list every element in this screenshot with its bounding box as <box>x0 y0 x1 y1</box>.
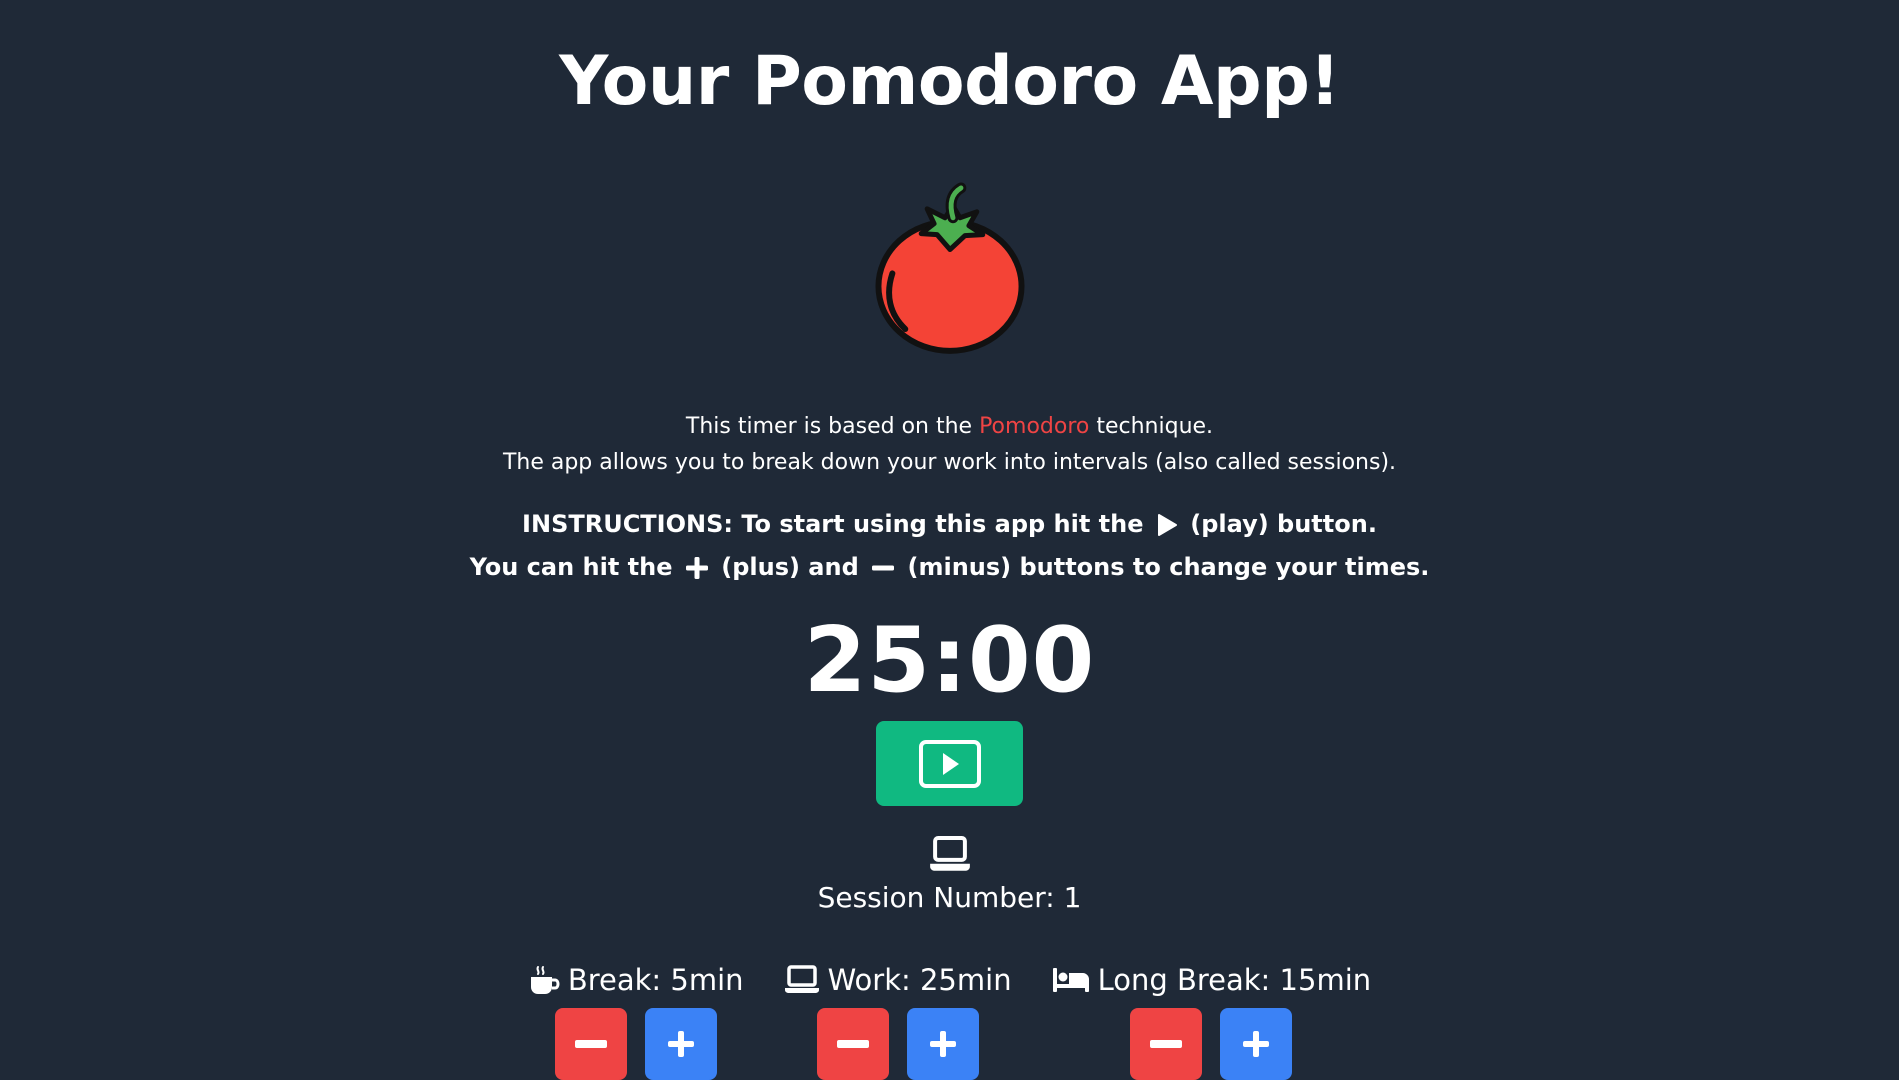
coffee-icon <box>530 965 560 994</box>
intro-line-1-prefix: This timer is based on the <box>685 413 980 439</box>
instructions-line-2-suffix: (minus) buttons to change your times. <box>907 552 1430 581</box>
laptop-icon <box>929 836 970 872</box>
page: Your Pomodoro App! This timer is based o… <box>0 0 1899 1080</box>
long-break-label-wrap: Long Break: 15min <box>1052 960 1372 1000</box>
plus-icon <box>685 556 708 579</box>
intro-line-2: The app allows you to break down your wo… <box>502 449 1397 475</box>
minus-icon <box>836 1039 869 1048</box>
minus-icon <box>1150 1039 1183 1048</box>
break-plus-button[interactable] <box>644 1007 717 1080</box>
session-number: Session Number: 1 <box>817 880 1082 914</box>
break-setting: Break: 5min <box>528 960 744 1080</box>
work-setting: Work: 25min <box>784 960 1012 1080</box>
long-break-buttons <box>1130 1007 1293 1080</box>
break-label: Break: 5min <box>567 962 744 997</box>
minus-icon <box>574 1039 607 1048</box>
break-label-wrap: Break: 5min <box>528 960 744 1000</box>
timer-display: 25:00 <box>803 607 1096 713</box>
break-minus-button[interactable] <box>554 1007 627 1080</box>
play-button[interactable] <box>876 720 1023 807</box>
laptop-icon <box>784 965 819 993</box>
page-title: Your Pomodoro App! <box>559 42 1340 121</box>
plus-icon <box>929 1030 956 1057</box>
work-plus-button[interactable] <box>906 1007 979 1080</box>
settings-row: Break: 5min Work: 25min Long Break: 15mi… <box>528 960 1371 1080</box>
long-break-plus-button[interactable] <box>1220 1007 1293 1080</box>
instructions-line-2: You can hit the (plus) and (minus) butto… <box>470 546 1430 589</box>
work-minus-button[interactable] <box>816 1007 889 1080</box>
bed-icon <box>1052 967 1089 992</box>
pomodoro-link[interactable]: Pomodoro <box>979 414 1089 439</box>
long-break-label: Long Break: 15min <box>1097 962 1372 997</box>
work-label-wrap: Work: 25min <box>784 960 1012 1000</box>
long-break-minus-button[interactable] <box>1130 1007 1203 1080</box>
instructions-line-2-mid: (plus) and <box>721 552 859 581</box>
play-icon <box>1157 513 1177 536</box>
instructions-line-1: INSTRUCTIONS: To start using this app hi… <box>470 503 1430 546</box>
plus-icon <box>1243 1030 1270 1057</box>
instructions-line-1-suffix: (play) button. <box>1190 509 1377 538</box>
instructions-line-2-prefix: You can hit the <box>469 552 673 581</box>
tomato-icon <box>874 182 1025 354</box>
intro-line-1-suffix: technique. <box>1089 413 1214 439</box>
work-buttons <box>816 1007 979 1080</box>
minus-icon <box>872 565 895 571</box>
work-label: Work: 25min <box>827 962 1012 997</box>
instructions-line-1-prefix: INSTRUCTIONS: To start using this app hi… <box>522 509 1144 538</box>
plus-icon <box>667 1030 694 1057</box>
intro-line-1: This timer is based on the Pomodoro tech… <box>503 409 1396 445</box>
instructions: INSTRUCTIONS: To start using this app hi… <box>470 503 1430 589</box>
intro-text: This timer is based on the Pomodoro tech… <box>503 409 1396 481</box>
play-icon <box>918 739 981 788</box>
long-break-setting: Long Break: 15min <box>1052 960 1372 1080</box>
break-buttons <box>554 1007 717 1080</box>
